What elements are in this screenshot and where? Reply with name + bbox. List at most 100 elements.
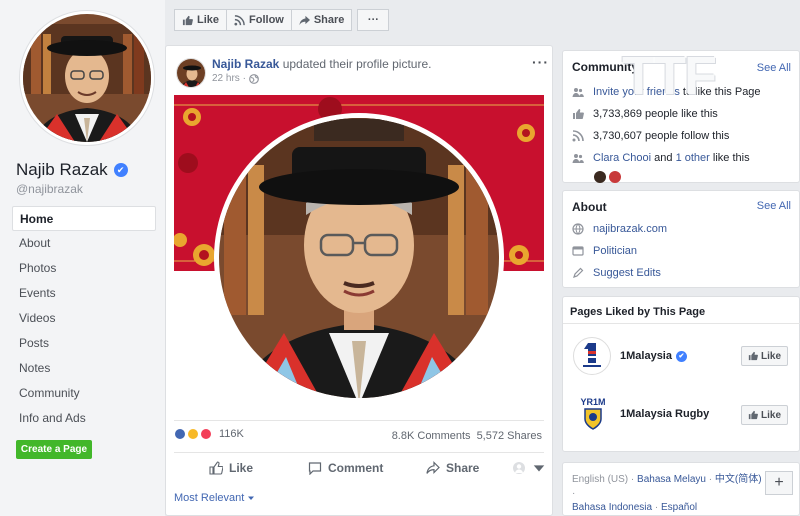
post-like-label: Like xyxy=(229,461,254,475)
more-options-button[interactable]: ··· xyxy=(357,9,390,31)
verified-badge-icon: ✔ xyxy=(113,163,128,177)
reaction-count: 116K xyxy=(219,428,244,440)
thumbs-up-icon xyxy=(182,15,193,25)
comment-bubble-icon xyxy=(308,462,322,475)
post-comment-button[interactable]: Comment xyxy=(308,461,383,475)
like-1malaysia-button[interactable]: Like xyxy=(741,346,789,366)
create-page-button[interactable]: Create a Page xyxy=(16,440,92,459)
pencil-icon xyxy=(573,267,584,278)
globe-icon xyxy=(572,223,584,235)
friend-link-clara[interactable]: Clara Chooi xyxy=(593,152,651,164)
post-share-label: Share xyxy=(446,461,480,475)
shares-count[interactable]: 5,572 Shares xyxy=(477,430,542,442)
page-action-bar: Like Follow Share ··· xyxy=(174,9,390,31)
like-1malaysia-rugby-button[interactable]: Like xyxy=(741,405,789,425)
page-nav: Home About Photos Events Videos Posts No… xyxy=(12,206,156,431)
page-name-1malaysia: 1Malaysia xyxy=(620,350,672,362)
post-like-button[interactable]: Like xyxy=(209,461,253,475)
people-icon xyxy=(572,154,584,163)
page-title: Najib Razak ✔ xyxy=(16,160,128,180)
language-chinese[interactable]: 中文(简体) xyxy=(715,474,762,485)
people-icon xyxy=(572,88,584,97)
nav-item-notes[interactable]: Notes xyxy=(12,356,156,381)
post-share-button[interactable]: Share xyxy=(426,461,479,475)
language-card: English (US) · Bahasa Melayu · 中文(简体) · … xyxy=(562,462,800,516)
caret-down-icon xyxy=(533,465,545,472)
page-name-text: Najib Razak xyxy=(16,160,108,179)
about-card: About See All najibrazak.com Politician … xyxy=(562,190,800,288)
post-timestamp[interactable]: 22 hrs · xyxy=(212,73,259,84)
about-see-all-link[interactable]: See All xyxy=(757,200,791,212)
community-see-all-link[interactable]: See All xyxy=(757,62,791,74)
website-link[interactable]: najibrazak.com xyxy=(593,223,667,235)
post-comment-label: Comment xyxy=(328,461,384,475)
language-spanish[interactable]: Español xyxy=(661,502,697,513)
post-action-bar: Like Comment Share xyxy=(174,452,546,482)
thumbs-up-outline-icon xyxy=(209,461,223,475)
nav-item-about[interactable]: About xyxy=(12,231,156,256)
svg-text:YR1M: YR1M xyxy=(580,397,605,407)
like-1malaysia-rugby-label: Like xyxy=(761,409,782,421)
page-item-1malaysia-rugby[interactable]: 1Malaysia Rugby xyxy=(620,408,709,420)
website-row: najibrazak.com xyxy=(572,218,797,240)
share-arrow-icon xyxy=(426,461,440,474)
post-action-text: updated their profile picture. xyxy=(282,57,432,71)
suggest-edits-row: Suggest Edits xyxy=(572,262,797,284)
nav-item-community[interactable]: Community xyxy=(12,381,156,406)
cover-photo[interactable] xyxy=(174,95,544,421)
like-1malaysia-label: Like xyxy=(761,350,782,362)
post-author-avatar[interactable] xyxy=(176,58,206,88)
share-page-button[interactable]: Share xyxy=(290,9,353,31)
friend-and-text: and xyxy=(654,152,673,164)
comment-sort-dropdown[interactable]: Most Relevant xyxy=(174,492,255,504)
friend-avatar[interactable] xyxy=(594,171,606,183)
nav-item-posts[interactable]: Posts xyxy=(12,331,156,356)
suggest-edits-link[interactable]: Suggest Edits xyxy=(593,267,661,279)
follows-count-row: 3,730,607 people follow this xyxy=(572,125,797,147)
caret-down-icon xyxy=(248,496,255,500)
reaction-summary[interactable]: 116K xyxy=(174,428,244,440)
friend-link-other[interactable]: 1 other xyxy=(676,152,710,164)
follow-page-label: Follow xyxy=(249,14,284,26)
add-language-button[interactable]: + xyxy=(765,471,793,495)
category-link[interactable]: Politician xyxy=(593,245,637,257)
nav-item-info-ads[interactable]: Info and Ads xyxy=(12,406,156,431)
page-logo-1malaysia-rugby[interactable]: YR1M xyxy=(575,395,611,435)
like-page-button[interactable]: Like xyxy=(174,9,228,31)
globe-icon xyxy=(249,73,259,84)
follow-page-button[interactable]: Follow xyxy=(226,9,292,31)
friend-avatar[interactable] xyxy=(609,171,621,183)
nav-item-home[interactable]: Home xyxy=(12,206,156,231)
post-options-icon[interactable]: ··· xyxy=(532,54,549,70)
divider xyxy=(563,323,800,324)
page-follows-text: 3,730,607 people follow this xyxy=(593,130,730,142)
about-title[interactable]: About xyxy=(572,200,607,214)
haha-reaction-icon xyxy=(187,428,199,440)
page-item-1malaysia[interactable]: 1Malaysia ✔ xyxy=(620,350,687,362)
watermark-logo: TTF xyxy=(622,46,717,106)
category-tag-icon xyxy=(572,246,584,256)
page-handle[interactable]: @najibrazak xyxy=(16,182,83,196)
nav-item-photos[interactable]: Photos xyxy=(12,256,156,281)
verified-badge-icon: ✔ xyxy=(675,350,687,362)
rss-icon xyxy=(234,14,245,26)
language-malay[interactable]: Bahasa Melayu xyxy=(637,474,706,485)
pages-liked-card: Pages Liked by This Page 1Malaysia ✔ Lik… xyxy=(562,296,800,452)
friend-like-rest: like this xyxy=(712,152,750,164)
engagement-counts: 8.8K Comments 5,572 Shares xyxy=(392,430,542,442)
comments-count[interactable]: 8.8K Comments xyxy=(392,430,471,442)
post-time-text: 22 hrs · xyxy=(212,73,246,84)
profile-avatar[interactable] xyxy=(19,10,155,146)
love-reaction-icon xyxy=(200,428,212,440)
language-english: English (US) xyxy=(572,474,629,485)
page-likes-text: 3,733,869 people like this xyxy=(593,108,718,120)
nav-item-events[interactable]: Events xyxy=(12,281,156,306)
thumbs-up-icon xyxy=(748,351,758,361)
thumbs-up-icon xyxy=(748,410,758,420)
nav-item-videos[interactable]: Videos xyxy=(12,306,156,331)
post-author-link[interactable]: Najib Razak xyxy=(212,57,279,71)
post-as-selector[interactable] xyxy=(512,461,546,475)
page-logo-1malaysia[interactable] xyxy=(573,337,611,375)
friend-avatars xyxy=(572,169,797,185)
language-indonesian[interactable]: Bahasa Indonesia xyxy=(572,502,652,513)
